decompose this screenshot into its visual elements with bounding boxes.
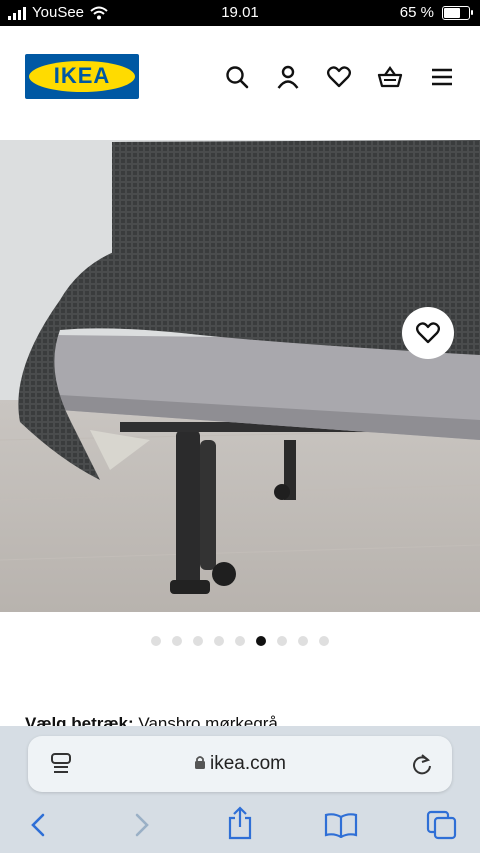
- account-icon[interactable]: [275, 64, 301, 90]
- gallery-dot[interactable]: [214, 636, 224, 646]
- gallery-dot[interactable]: [277, 636, 287, 646]
- battery-icon: [442, 5, 473, 20]
- status-right: 65 %: [399, 4, 473, 21]
- gallery-dot[interactable]: [151, 636, 161, 646]
- gallery-dot[interactable]: [256, 636, 266, 646]
- browser-toolbar: ikea.com: [0, 726, 480, 853]
- menu-icon[interactable]: [429, 64, 455, 90]
- battery-percent: 65 %: [399, 4, 434, 21]
- forward-icon[interactable]: [132, 812, 152, 838]
- gallery-dot[interactable]: [319, 636, 329, 646]
- gallery-dot[interactable]: [193, 636, 203, 646]
- url-display[interactable]: ikea.com: [28, 753, 452, 775]
- lock-icon: [194, 756, 205, 769]
- product-photo: [0, 140, 480, 612]
- back-icon[interactable]: [28, 812, 48, 838]
- gallery-dot[interactable]: [235, 636, 245, 646]
- gallery-pagination: [0, 636, 480, 648]
- ikea-logo[interactable]: IKEA: [25, 54, 139, 99]
- url-text: ikea.com: [209, 753, 287, 774]
- save-to-favourites-button[interactable]: [402, 307, 454, 359]
- search-icon[interactable]: [224, 64, 250, 90]
- product-image[interactable]: [0, 140, 480, 612]
- tabs-icon[interactable]: [426, 810, 458, 840]
- logo-text: IKEA: [53, 63, 111, 88]
- site-header: IKEA: [0, 26, 480, 140]
- reload-icon[interactable]: [411, 752, 433, 776]
- address-bar[interactable]: ikea.com: [28, 736, 452, 792]
- gallery-dot[interactable]: [172, 636, 182, 646]
- share-icon[interactable]: [226, 806, 254, 840]
- heart-icon: [415, 322, 441, 344]
- basket-icon[interactable]: [377, 64, 403, 90]
- bookmarks-icon[interactable]: [324, 812, 358, 838]
- status-bar: YouSee 19.01 65 %: [0, 0, 480, 26]
- favourites-icon[interactable]: [326, 64, 352, 90]
- gallery-dot[interactable]: [298, 636, 308, 646]
